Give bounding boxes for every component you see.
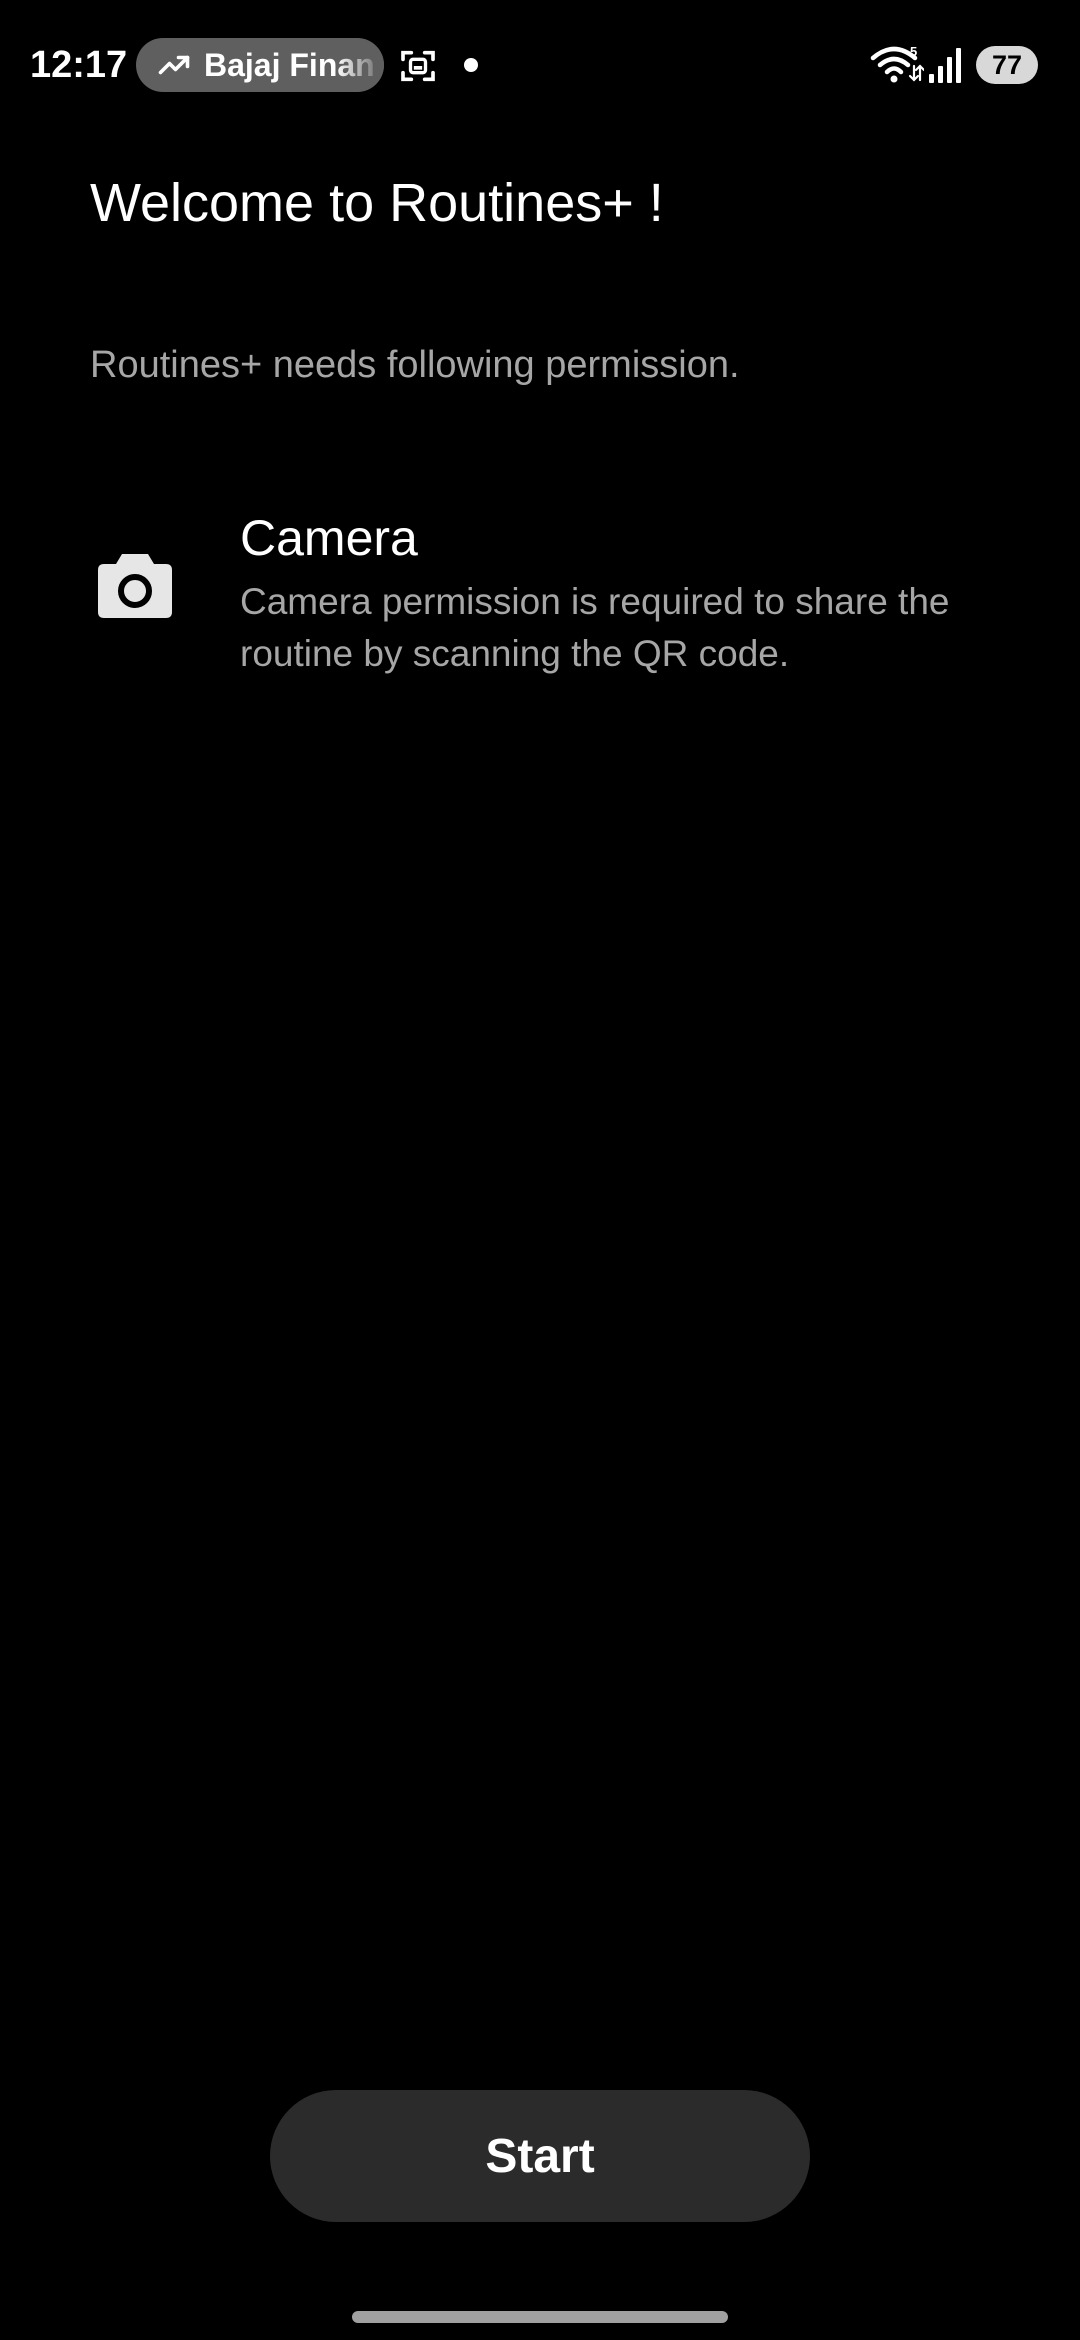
live-notification-pill[interactable]: Bajaj Finan bbox=[136, 38, 384, 92]
permission-title: Camera bbox=[240, 510, 418, 566]
navigation-gesture-handle[interactable] bbox=[352, 2311, 728, 2323]
permission-description: Camera permission is required to share t… bbox=[240, 581, 950, 674]
pill-fade-overlay bbox=[336, 38, 384, 92]
trending-up-icon bbox=[158, 55, 190, 75]
wifi-badge: 5 bbox=[910, 44, 917, 59]
wifi-icon: 5 bbox=[870, 44, 924, 83]
page-title: Welcome to Routines+ ! bbox=[90, 173, 664, 233]
status-bar: 12:17 Bajaj Finan 5 77 bbox=[0, 0, 1080, 130]
camera-icon bbox=[98, 554, 172, 618]
status-clock: 12:17 bbox=[30, 44, 128, 86]
screenshot-scan-icon bbox=[401, 50, 435, 82]
battery-indicator: 77 bbox=[976, 46, 1038, 84]
signal-icon bbox=[929, 48, 961, 83]
notification-dot bbox=[464, 58, 478, 72]
start-button[interactable]: Start bbox=[270, 2090, 810, 2222]
permission-subtitle: Routines+ needs following permission. bbox=[90, 344, 740, 386]
